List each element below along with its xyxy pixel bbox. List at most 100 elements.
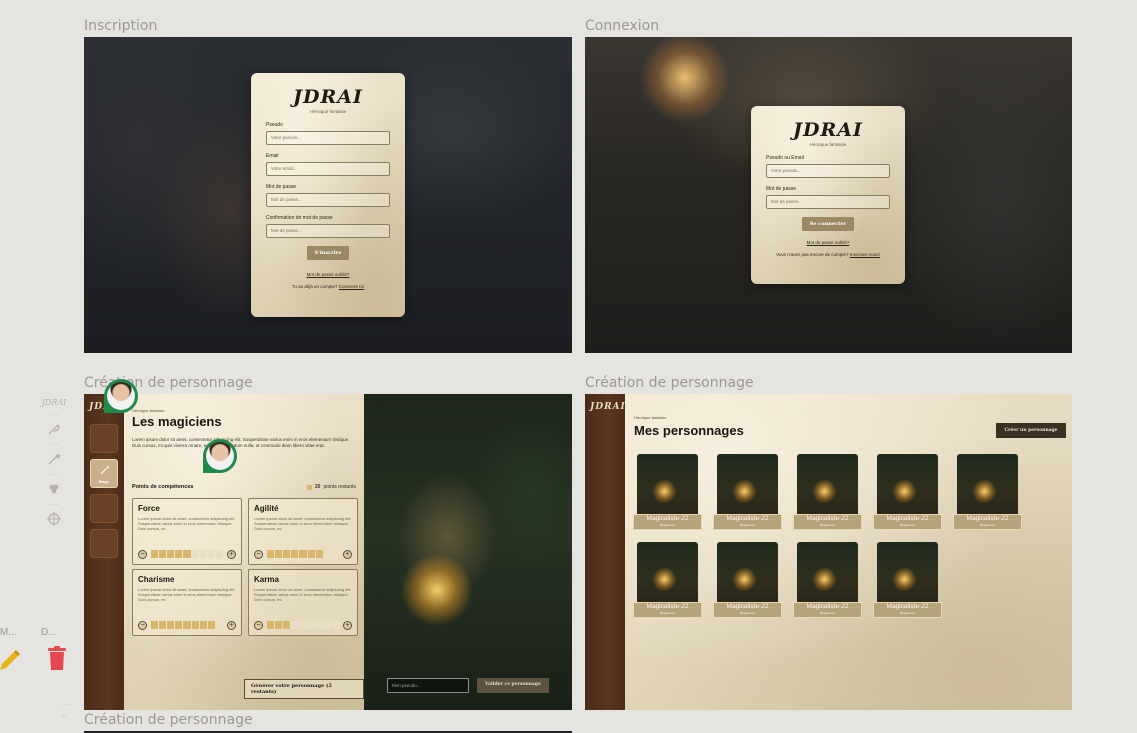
increase-button[interactable]: + [227, 620, 236, 630]
signup-footer-text: Tu as déjà un compte? [291, 284, 338, 289]
email-label: Email [266, 153, 279, 159]
decrease-button[interactable]: − [254, 549, 263, 559]
increase-button[interactable]: + [227, 549, 236, 559]
pseudo-input[interactable]: Votre pseudo... [266, 131, 390, 145]
decrease-button[interactable]: − [138, 620, 147, 630]
class-thumb-rogue[interactable] [90, 494, 118, 523]
skill-stepper: − + [138, 549, 236, 559]
character-card[interactable]: Magicaliste-22 Magicienne [713, 542, 782, 624]
character-image [717, 542, 778, 604]
character-role: Magicienne [979, 523, 996, 527]
feather-icon[interactable] [46, 421, 62, 437]
class-thumb-cleric[interactable] [90, 529, 118, 558]
character-card[interactable]: Magicaliste-22 Magicienne [873, 542, 942, 624]
signup-button[interactable]: S'inscrire [306, 246, 350, 260]
more-dots-icon[interactable]: ··· [36, 471, 72, 479]
character-creation-frame[interactable]: JDRAI Mage Héroïque fantaisie Les magici… [84, 394, 572, 710]
confirm-password-input[interactable]: Mot de passe... [266, 224, 390, 238]
compass-icon[interactable] [46, 511, 62, 527]
inscription-frame[interactable]: JDRAI Héroïque fantaisie Pseudo Votre ps… [84, 37, 572, 353]
class-thumb-mage[interactable]: Mage [90, 459, 118, 488]
character-role: Magicienne [899, 611, 916, 615]
skill-level-pip [315, 550, 323, 558]
brand-logo: JDRAI [793, 119, 863, 141]
character-card[interactable]: Magicaliste-22 Magicienne [793, 454, 862, 536]
creation-title: Les magiciens [132, 414, 222, 429]
password-input[interactable]: Mot de passe... [266, 193, 390, 207]
skill-level-bar [151, 621, 223, 629]
character-banner: Magicaliste-22 Magicienne [633, 602, 702, 618]
skill-stepper: − + [254, 620, 352, 630]
more-dots-icon[interactable]: ··· [36, 411, 72, 419]
creation-kicker: Héroïque fantaisie [132, 408, 165, 413]
character-list-frame[interactable]: JDRAI Héroïque fantaisie Mes personnages… [585, 394, 1072, 710]
login-password-input[interactable]: Mot de passe... [766, 195, 890, 209]
skill-level-pip [331, 621, 339, 629]
character-banner: Magicaliste-22 Magicienne [793, 602, 862, 618]
more-dots-icon[interactable]: ··· [36, 441, 72, 449]
side-toolbar: JDRAI ··· ··· ··· ··· [36, 398, 72, 527]
skill-level-pip [267, 550, 275, 558]
character-image [637, 542, 698, 604]
more-dots-icon[interactable]: ··· [36, 501, 72, 509]
pencil-icon[interactable] [0, 648, 20, 670]
login-password-label: Mot de passe [766, 186, 797, 192]
character-card[interactable]: Magicaliste-22 Magicienne [633, 542, 702, 624]
skill-stepper: − + [138, 620, 236, 630]
frame-label-creation-right: Création de personnage [585, 375, 754, 391]
character-card[interactable]: Magicaliste-22 Magicienne [953, 454, 1022, 536]
character-role: Magicienne [819, 611, 836, 615]
skill-name: Karma [254, 575, 279, 584]
increase-button[interactable]: + [343, 620, 352, 630]
character-banner: Magicaliste-22 Magicienne [633, 514, 702, 530]
user-avatar[interactable] [104, 379, 138, 413]
login-id-input[interactable]: Votre pseudo... [766, 164, 890, 178]
more-dots-icon[interactable]: ··· [60, 700, 71, 709]
skill-card-charisme: Charisme Lorem ipsum dolor sit amet, con… [132, 569, 242, 636]
skill-description: Lorem ipsum dolor sit amet, consectetur … [138, 587, 236, 602]
character-portrait: Mon pseudo... Valider ce personnage [364, 394, 572, 710]
skill-level-pip [315, 621, 323, 629]
points-marker-icon [306, 484, 312, 490]
character-role: Magicienne [819, 523, 836, 527]
character-image [797, 454, 858, 516]
skill-level-pip [159, 621, 167, 629]
wand-icon[interactable] [46, 451, 62, 467]
collapse-arrow-icon[interactable]: ← [60, 710, 68, 719]
character-role: Magicienne [739, 523, 756, 527]
class-thumb-warrior[interactable] [90, 424, 118, 453]
connexion-frame[interactable]: JDRAI Héroïque fantaisie Pseudo ou Email… [585, 37, 1072, 353]
login-button[interactable]: Se connecter [801, 217, 855, 231]
increase-button[interactable]: + [343, 549, 352, 559]
email-input[interactable]: Votre email... [266, 162, 390, 176]
skill-level-bar [267, 621, 339, 629]
signup-card: JDRAI Héroïque fantaisie Pseudo Votre ps… [251, 73, 405, 317]
decrease-button[interactable]: − [138, 549, 147, 559]
create-character-button[interactable]: Créer un personnage [996, 423, 1066, 438]
character-name: Magicaliste-22 [726, 515, 769, 522]
forgot-password-link[interactable]: Mot de passe oublié? [766, 240, 890, 245]
forgot-password-link[interactable]: Mot de passe oublié? [266, 272, 390, 277]
skill-level-pip [215, 621, 223, 629]
character-banner: Magicaliste-22 Magicienne [953, 514, 1022, 530]
user-avatar[interactable] [203, 439, 237, 473]
signup-link[interactable]: Inscrivez-vous! [850, 252, 880, 257]
character-card[interactable]: Magicaliste-22 Magicienne [633, 454, 702, 536]
character-banner: Magicaliste-22 Magicienne [713, 602, 782, 618]
trash-icon[interactable] [47, 646, 67, 670]
character-card[interactable]: Magicaliste-22 Magicienne [713, 454, 782, 536]
generate-character-button[interactable]: Générer votre personnage (2 restants) [244, 679, 364, 699]
character-card[interactable]: Magicaliste-22 Magicienne [873, 454, 942, 536]
decrease-button[interactable]: − [254, 620, 263, 630]
clover-icon[interactable] [46, 481, 62, 497]
class-sidebar: JDRAI Mage [84, 394, 124, 710]
skill-level-pip [151, 621, 159, 629]
login-link[interactable]: Connecte toi [339, 284, 364, 289]
skill-stepper: − + [254, 549, 352, 559]
character-card[interactable]: Magicaliste-22 Magicienne [793, 542, 862, 624]
validate-character-button[interactable]: Valider ce personnage [477, 678, 549, 693]
skill-level-pip [175, 621, 183, 629]
character-name-input[interactable]: Mon pseudo... [387, 678, 469, 693]
character-name: Magicaliste-22 [806, 603, 849, 610]
creation-intro: Lorem ipsum dolor sit amet, consectetur … [132, 437, 350, 448]
